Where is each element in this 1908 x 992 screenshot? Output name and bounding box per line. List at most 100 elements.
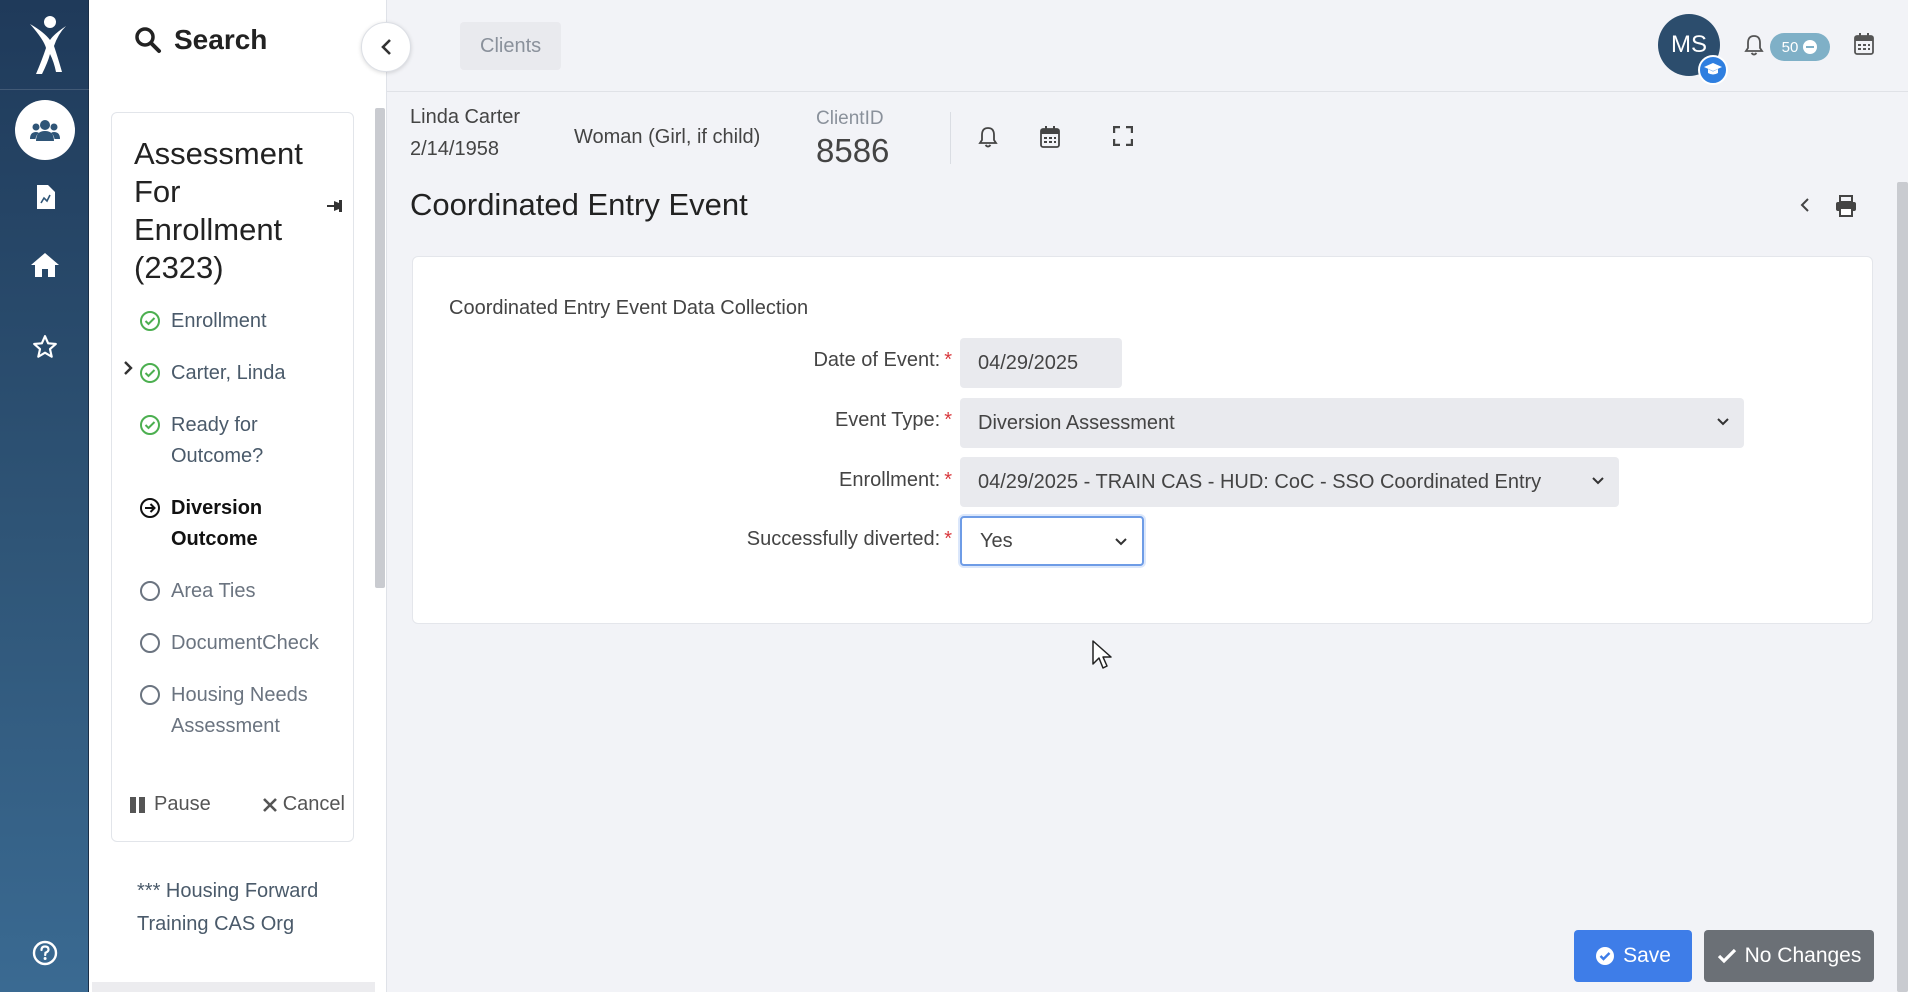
left-nav-rail (0, 0, 89, 992)
chevron-left-icon (1800, 198, 1809, 212)
users-icon (30, 120, 60, 141)
pause-button[interactable]: Pause (130, 793, 211, 816)
client-dob: 2/14/1958 (410, 138, 499, 160)
step-enrollment[interactable]: Enrollment (139, 306, 267, 337)
step-label: DocumentCheck (171, 632, 319, 654)
step-label: Housing Needs Assessment (171, 684, 308, 737)
step-label: Carter, Linda (171, 362, 286, 384)
breadcrumb-clients[interactable]: Clients (460, 22, 562, 70)
step-housing-needs-assessment[interactable]: Housing Needs Assessment (139, 680, 329, 742)
step-diversion-outcome[interactable]: Diversion Outcome (139, 493, 289, 555)
check-circle-icon (140, 363, 160, 383)
workflow-actions: Pause Cancel (130, 793, 345, 816)
chevron-down-icon (1717, 418, 1729, 426)
date-of-event-value: 04/29/2025 (978, 351, 1079, 374)
page-title: Coordinated Entry Event (410, 187, 748, 222)
search-label: Search (174, 24, 268, 55)
print-icon (1836, 195, 1856, 217)
step-label: Diversion Outcome (171, 497, 263, 550)
step-label: Enrollment (171, 310, 267, 332)
expand-icon (1112, 125, 1134, 147)
chevron-down-icon (1115, 538, 1127, 546)
top-bar: Clients MS 50 (387, 0, 1908, 92)
event-type-select[interactable]: Diversion Assessment (960, 398, 1744, 448)
client-alerts-button[interactable] (978, 126, 998, 153)
client-calendar-button[interactable] (1040, 126, 1060, 153)
minus-circle-icon (1803, 40, 1818, 54)
date-of-event-label-text: Date of Event: (813, 349, 941, 371)
save-label: Save (1623, 944, 1671, 967)
bell-icon (978, 127, 998, 148)
event-type-value: Diversion Assessment (978, 411, 1175, 434)
event-type-label-text: Event Type: (834, 409, 941, 431)
event-type-label: Event Type: * (835, 409, 952, 432)
client-gender: Woman (Girl, if child) (574, 126, 761, 148)
chevron-left-icon (381, 39, 391, 55)
no-changes-button[interactable]: No Changes (1704, 930, 1874, 982)
step-carter-linda[interactable]: Carter, Linda (139, 358, 286, 389)
graduation-cap-icon (1704, 63, 1722, 75)
back-button[interactable] (1800, 197, 1810, 218)
file-chart-icon (37, 185, 55, 209)
check-circle-icon (140, 311, 160, 331)
save-button[interactable]: Save (1574, 930, 1692, 982)
successfully-diverted-select[interactable]: Yes (960, 516, 1144, 566)
required-marker: * (944, 469, 952, 491)
empty-circle-icon (140, 633, 160, 653)
date-of-event-field[interactable]: 04/29/2025 (960, 338, 1122, 388)
check-icon (1717, 948, 1736, 964)
bell-icon (1744, 35, 1764, 56)
notification-count: 50 (1781, 38, 1799, 56)
notifications-button[interactable] (1744, 34, 1764, 61)
sidebar-horizontal-scrollbar[interactable] (92, 982, 375, 992)
chevron-right-icon (124, 361, 133, 375)
successfully-diverted-label-text: Successfully diverted: (746, 528, 941, 550)
step-area-ties[interactable]: Area Ties (139, 576, 255, 607)
calendar-button[interactable] (1854, 33, 1874, 60)
print-button[interactable] (1835, 195, 1857, 222)
times-icon (262, 797, 277, 812)
nav-reports-button[interactable] (15, 167, 75, 227)
chevron-down-icon (1592, 477, 1604, 485)
notification-count-badge[interactable]: 50 (1770, 33, 1830, 61)
empty-circle-icon (140, 581, 160, 601)
calendar-icon (1040, 126, 1060, 148)
required-marker: * (944, 349, 952, 371)
search-icon (135, 27, 161, 53)
expand-step-chevron[interactable] (122, 360, 134, 381)
date-of-event-label: Date of Event: * (813, 349, 952, 372)
star-icon (33, 335, 57, 358)
main-scrollbar[interactable] (1897, 182, 1908, 992)
pin-button[interactable] (327, 199, 345, 218)
coordinated-entry-form: Coordinated Entry Event Data Collection … (412, 256, 1873, 624)
enrollment-select[interactable]: 04/29/2025 - TRAIN CAS - HUD: CoC - SSO … (960, 457, 1619, 507)
cancel-button[interactable]: Cancel (262, 793, 345, 816)
home-icon (31, 253, 59, 277)
organization-name: *** Housing Forward Training CAS Org (137, 880, 319, 935)
form-section-title: Coordinated Entry Event Data Collection (449, 297, 809, 319)
step-label: Ready for Outcome? (171, 414, 264, 467)
nav-favorites-button[interactable] (15, 317, 75, 377)
step-documentcheck[interactable]: DocumentCheck (139, 628, 319, 659)
required-marker: * (944, 409, 952, 431)
collapse-sidebar-button[interactable] (361, 22, 411, 72)
nav-home-button[interactable] (15, 235, 75, 295)
enrollment-label: Enrollment: * (839, 469, 952, 492)
sidebar-scrollbar[interactable] (375, 108, 385, 588)
fullscreen-button[interactable] (1112, 125, 1134, 151)
pause-icon (130, 796, 145, 813)
arrow-circle-right-icon (140, 498, 160, 518)
nav-clients-button[interactable] (15, 100, 75, 160)
check-circle-icon (140, 415, 160, 435)
help-button[interactable] (30, 938, 60, 968)
enrollment-label-text: Enrollment: (839, 469, 941, 491)
mouse-cursor-icon (1092, 640, 1112, 669)
step-ready-for-outcome[interactable]: Ready for Outcome? (139, 410, 289, 472)
pause-label: Pause (154, 793, 211, 815)
search-button[interactable]: Search (134, 24, 267, 56)
check-circle-icon (1596, 947, 1615, 965)
workflow-card: Assessment For Enrollment (2323) Enrollm… (111, 112, 354, 842)
client-name: Linda Carter (410, 106, 521, 128)
enrollment-value: 04/29/2025 - TRAIN CAS - HUD: CoC - SSO … (978, 470, 1542, 493)
app-logo[interactable] (0, 0, 89, 90)
